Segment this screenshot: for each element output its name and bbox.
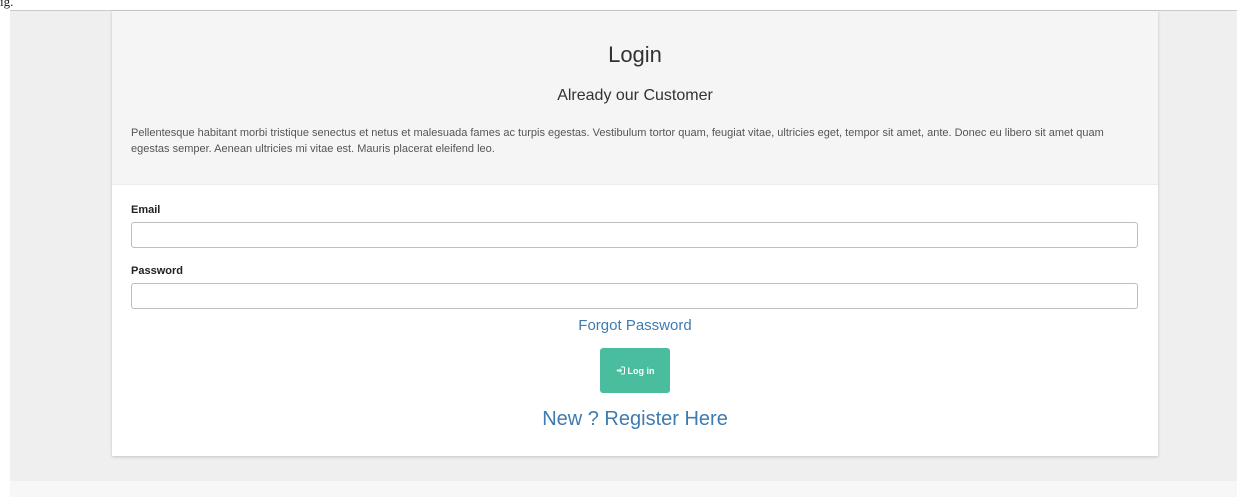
email-field[interactable] <box>131 222 1138 248</box>
forgot-password-link[interactable]: Forgot Password <box>112 317 1158 334</box>
intro-text: Pellentesque habitant morbi tristique se… <box>131 127 1104 155</box>
login-panel: Login Already our Customer Pellentesque … <box>112 11 1158 456</box>
sign-in-icon <box>616 366 625 375</box>
corner-label: ig. <box>0 0 14 9</box>
login-button[interactable]: Log in <box>600 348 670 393</box>
email-label: Email <box>131 204 161 216</box>
footer-strip <box>10 481 1237 497</box>
password-field[interactable] <box>131 283 1138 309</box>
login-header: Login Already our Customer Pellentesque … <box>112 11 1158 185</box>
login-button-label: Log in <box>627 365 655 376</box>
register-link[interactable]: New ? Register Here <box>112 408 1158 431</box>
password-label: Password <box>131 265 183 277</box>
page-title: Login <box>608 42 662 67</box>
customer-subtitle: Already our Customer <box>557 87 713 104</box>
